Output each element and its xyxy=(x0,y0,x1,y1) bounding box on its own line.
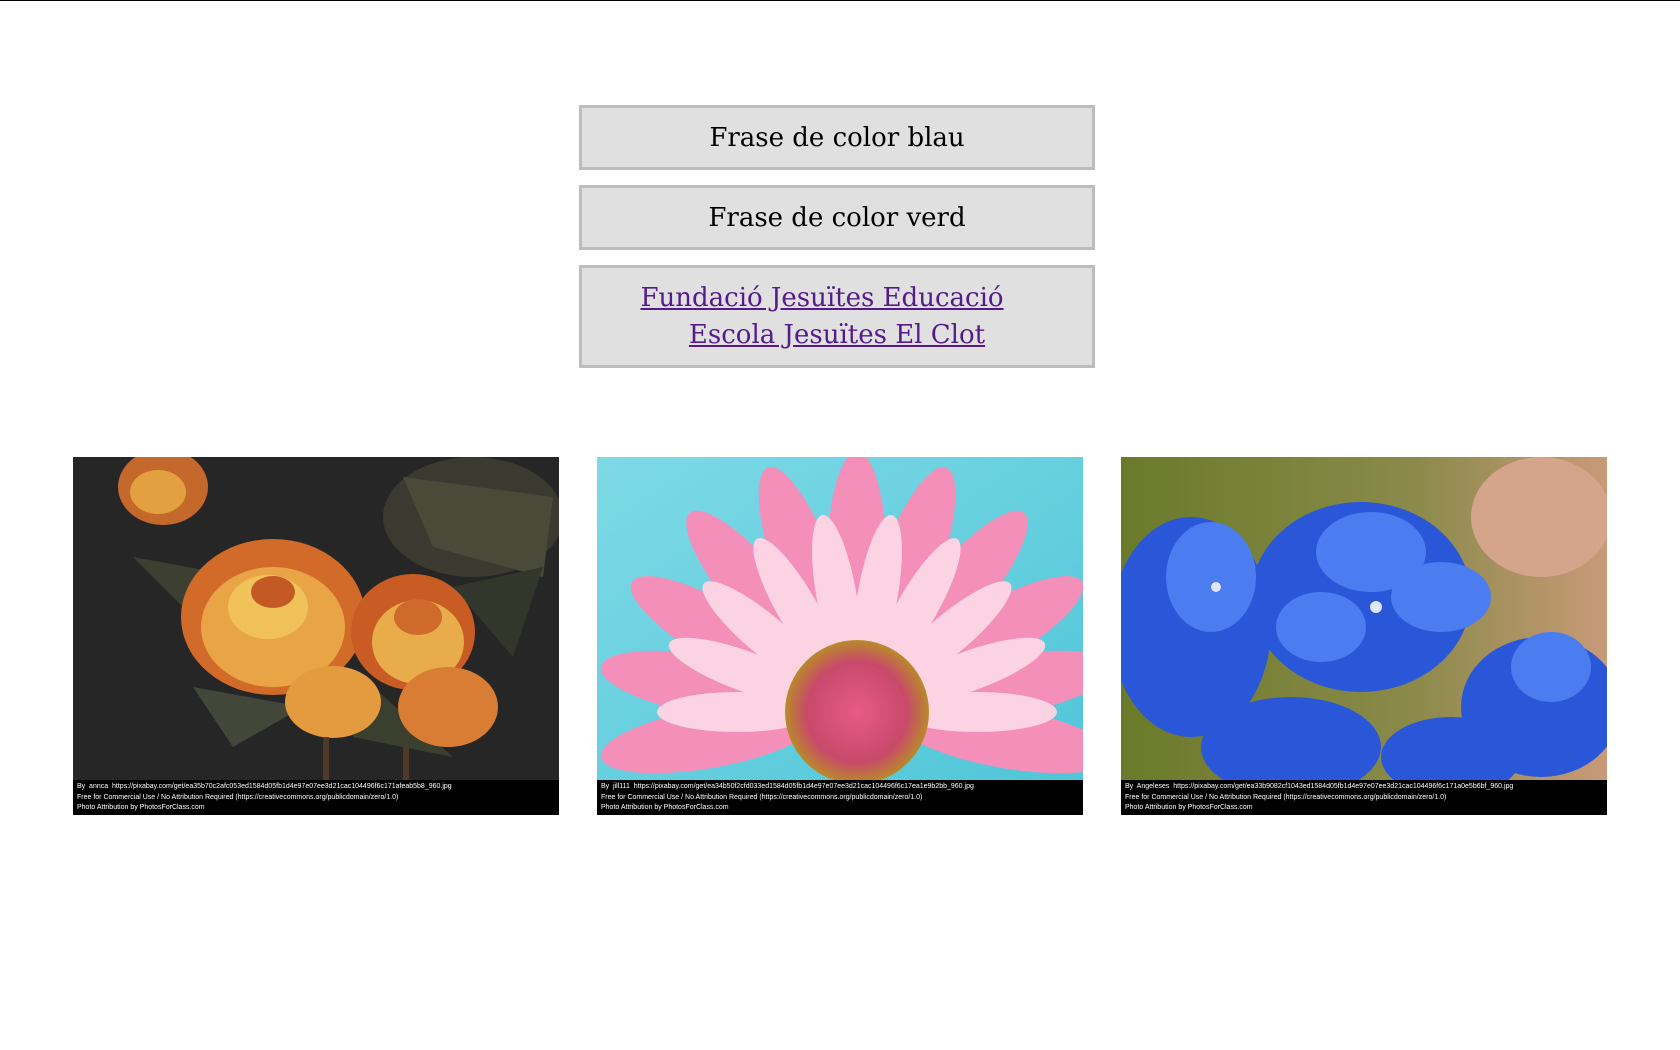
daisy-image xyxy=(597,457,1083,780)
caption-license: Free for Commercial Use / No Attribution… xyxy=(1125,793,1447,801)
caption-attribution: Photo Attribution by PhotosForClass.com xyxy=(1125,804,1253,811)
blue-phrase-label: Frase de color blau xyxy=(709,122,965,153)
roses-image xyxy=(73,457,559,780)
fundacio-jesuites-link[interactable]: Fundació Jesuïtes Educació xyxy=(640,280,1003,317)
photo-caption: By jill111 https://pixabay.com/get/ea34b… xyxy=(597,780,1083,815)
photo-pink-daisy: By jill111 https://pixabay.com/get/ea34b… xyxy=(597,457,1083,815)
blue-flowers-image xyxy=(1121,457,1607,780)
photo-caption: By Angeleses https://pixabay.com/get/ea3… xyxy=(1121,780,1607,815)
photo-orange-roses: By annca https://pixabay.com/get/ea35b70… xyxy=(73,457,559,815)
green-phrase-button[interactable]: Frase de color verd xyxy=(579,185,1095,250)
photo-blue-flowers: By Angeleses https://pixabay.com/get/ea3… xyxy=(1121,457,1607,815)
caption-author-url: By jill111 https://pixabay.com/get/ea34b… xyxy=(601,783,974,790)
caption-author-url: By annca https://pixabay.com/get/ea35b70… xyxy=(77,783,452,790)
links-box: Fundació Jesuïtes Educació Escola Jesuït… xyxy=(579,265,1095,368)
caption-license: Free for Commercial Use / No Attribution… xyxy=(601,793,923,801)
caption-license: Free for Commercial Use / No Attribution… xyxy=(77,793,399,801)
blue-phrase-button[interactable]: Frase de color blau xyxy=(579,105,1095,170)
escola-jesuites-link[interactable]: Escola Jesuïtes El Clot xyxy=(689,317,985,354)
photo-caption: By annca https://pixabay.com/get/ea35b70… xyxy=(73,780,559,815)
caption-attribution: Photo Attribution by PhotosForClass.com xyxy=(601,804,729,811)
caption-author-url: By Angeleses https://pixabay.com/get/ea3… xyxy=(1125,783,1514,790)
top-border-line xyxy=(0,0,1680,1)
green-phrase-label: Frase de color verd xyxy=(708,202,966,233)
caption-attribution: Photo Attribution by PhotosForClass.com xyxy=(77,804,205,811)
